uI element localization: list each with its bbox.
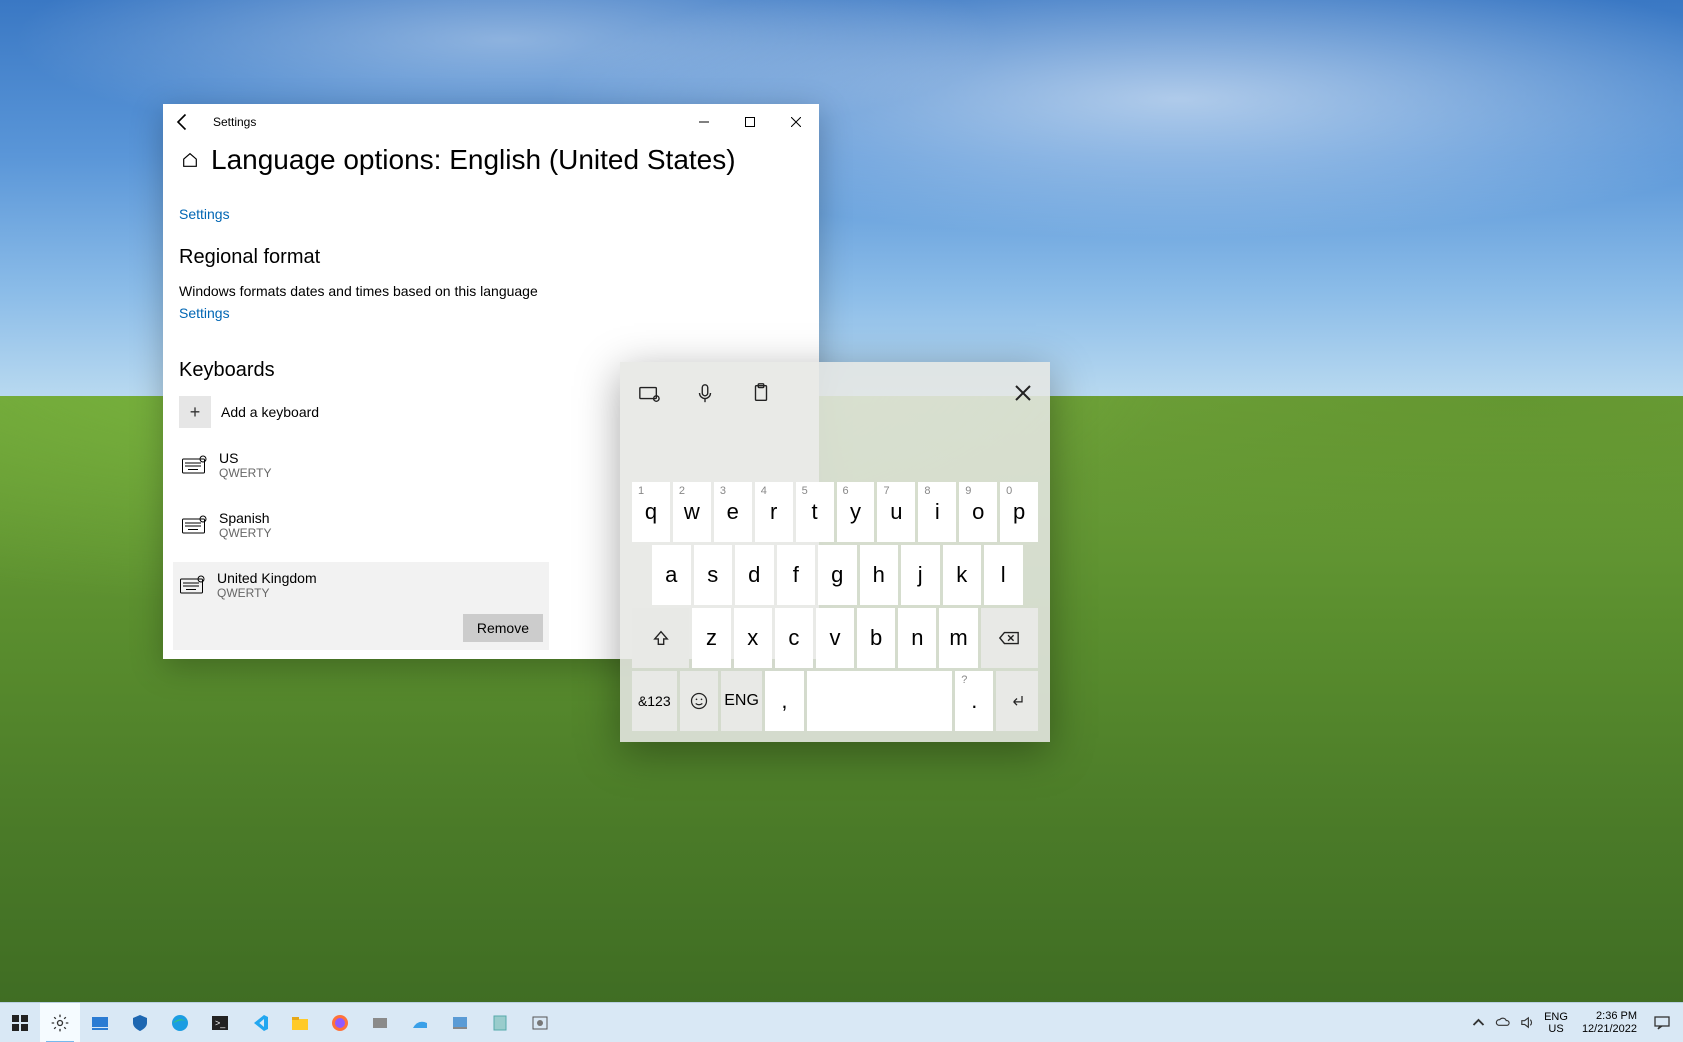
symbols-key[interactable]: &123: [632, 671, 677, 731]
key-k[interactable]: k: [943, 545, 982, 605]
regional-format-settings-link[interactable]: Settings: [179, 305, 230, 321]
comma-key[interactable]: ,: [765, 671, 803, 731]
taskbar-settings-icon[interactable]: [40, 1003, 80, 1042]
key-d[interactable]: d: [735, 545, 774, 605]
clock[interactable]: 2:36 PM 12/21/2022: [1574, 1010, 1645, 1036]
backspace-key[interactable]: [981, 608, 1038, 668]
key-t[interactable]: 5t: [796, 482, 834, 542]
key-f[interactable]: f: [777, 545, 816, 605]
keyboard-close-button[interactable]: [1014, 384, 1032, 402]
taskbar-terminal-icon[interactable]: >_: [200, 1003, 240, 1042]
touch-keyboard: 1q2w3e4r5t6y7u8i9o0p asdfghjkl zxcvbnm &…: [620, 362, 1050, 742]
titlebar: Settings: [163, 104, 819, 140]
key-z[interactable]: z: [692, 608, 730, 668]
language-indicator[interactable]: ENG US: [1538, 1011, 1574, 1035]
keyboard-icon: [181, 514, 209, 536]
keyboard-name: US: [219, 450, 271, 466]
key-i[interactable]: 8i: [918, 482, 956, 542]
key-e[interactable]: 3e: [714, 482, 752, 542]
key-w[interactable]: 2w: [673, 482, 711, 542]
key-j[interactable]: j: [901, 545, 940, 605]
keyboard-item-uk[interactable]: United Kingdom QWERTY Remove: [173, 562, 549, 650]
taskbar-security-icon[interactable]: [120, 1003, 160, 1042]
key-l[interactable]: l: [984, 545, 1023, 605]
keyboard-layout: QWERTY: [219, 526, 271, 540]
keyboard-settings-icon[interactable]: [638, 382, 660, 404]
desktop: Settings Language options: English (Unit…: [0, 0, 1683, 1042]
key-a[interactable]: a: [652, 545, 691, 605]
minimize-button[interactable]: [681, 106, 727, 138]
keyboard-layout: QWERTY: [217, 586, 317, 600]
remove-button[interactable]: Remove: [463, 614, 543, 642]
taskbar-firefox-icon[interactable]: [320, 1003, 360, 1042]
close-button[interactable]: [773, 106, 819, 138]
maximize-button[interactable]: [727, 106, 773, 138]
tray-volume-icon[interactable]: [1514, 1003, 1538, 1042]
key-y[interactable]: 6y: [837, 482, 875, 542]
regional-format-heading: Regional format: [179, 246, 803, 269]
taskbar-app-icon[interactable]: [400, 1003, 440, 1042]
key-s[interactable]: s: [694, 545, 733, 605]
enter-key[interactable]: [996, 671, 1038, 731]
key-m[interactable]: m: [939, 608, 977, 668]
svg-text:>_: >_: [215, 1018, 226, 1028]
key-n[interactable]: n: [898, 608, 936, 668]
action-center-icon[interactable]: [1645, 1003, 1679, 1042]
settings-link-top[interactable]: Settings: [179, 206, 230, 222]
key-h[interactable]: h: [860, 545, 899, 605]
back-button[interactable]: [173, 112, 193, 132]
period-key[interactable]: ? .: [955, 671, 993, 731]
keyboard-icon: [179, 574, 207, 596]
taskbar-explorer-icon[interactable]: [280, 1003, 320, 1042]
keyboard-name: United Kingdom: [217, 570, 317, 586]
clipboard-icon[interactable]: [750, 382, 772, 404]
key-r[interactable]: 4r: [755, 482, 793, 542]
tray-onedrive-icon[interactable]: [1490, 1003, 1514, 1042]
home-icon[interactable]: [179, 149, 201, 171]
add-keyboard-label: Add a keyboard: [221, 404, 319, 420]
start-button[interactable]: [0, 1003, 40, 1042]
taskbar-app-icon[interactable]: [360, 1003, 400, 1042]
key-p[interactable]: 0p: [1000, 482, 1038, 542]
key-x[interactable]: x: [734, 608, 772, 668]
emoji-key[interactable]: [680, 671, 718, 731]
taskbar-app-icon[interactable]: [440, 1003, 480, 1042]
keyboard-name: Spanish: [219, 510, 271, 526]
microphone-icon[interactable]: [694, 382, 716, 404]
taskbar-app-icon[interactable]: [520, 1003, 560, 1042]
page-title: Language options: English (United States…: [211, 144, 736, 176]
taskbar-app-icon[interactable]: [480, 1003, 520, 1042]
keyboard-layout: QWERTY: [219, 466, 271, 480]
regional-format-desc: Windows formats dates and times based on…: [179, 283, 803, 299]
language-key[interactable]: ENG: [721, 671, 763, 731]
key-b[interactable]: b: [857, 608, 895, 668]
window-title: Settings: [213, 115, 256, 129]
taskbar: >_ ENG US 2:36 PM 12/21/2022: [0, 1002, 1683, 1042]
shift-key[interactable]: [632, 608, 689, 668]
key-c[interactable]: c: [775, 608, 813, 668]
key-g[interactable]: g: [818, 545, 857, 605]
tray-chevron-icon[interactable]: [1466, 1003, 1490, 1042]
key-v[interactable]: v: [816, 608, 854, 668]
keyboard-icon: [181, 454, 209, 476]
key-q[interactable]: 1q: [632, 482, 670, 542]
plus-icon: +: [179, 396, 211, 428]
taskbar-taskview-icon[interactable]: [80, 1003, 120, 1042]
space-key[interactable]: [807, 671, 953, 731]
taskbar-vscode-icon[interactable]: [240, 1003, 280, 1042]
key-o[interactable]: 9o: [959, 482, 997, 542]
key-u[interactable]: 7u: [877, 482, 915, 542]
taskbar-edge-icon[interactable]: [160, 1003, 200, 1042]
